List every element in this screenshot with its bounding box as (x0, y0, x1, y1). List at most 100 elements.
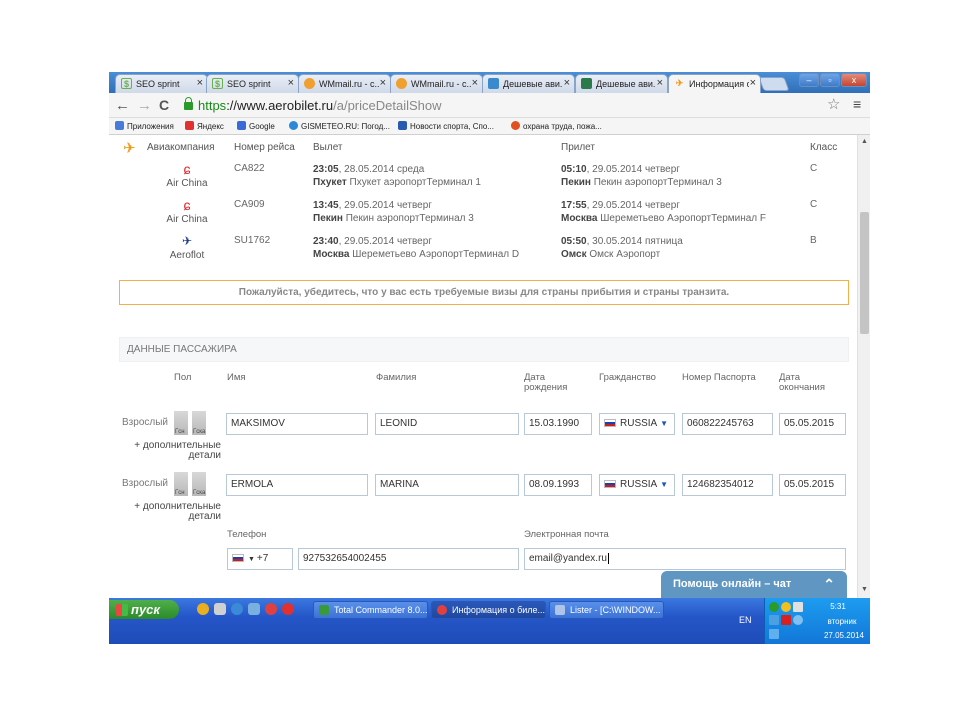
tab-label: SEO sprint (136, 79, 180, 89)
class-cell: B (810, 235, 817, 246)
header-expiry: Дата окончания (779, 373, 825, 393)
close-icon[interactable]: × (657, 77, 663, 89)
arrival-cell: 05:50, 30.05.2014 пятница Омск Омск Аэро… (561, 235, 683, 261)
bookmark-apps[interactable]: Приложения (115, 121, 174, 131)
browser-tab[interactable]: WMmail.ru - с... × (390, 74, 483, 93)
close-icon[interactable]: × (197, 77, 203, 89)
bookmark-star-icon[interactable]: ☆ (827, 95, 840, 113)
browser-tab-active[interactable]: ✈ Информация о... × (668, 74, 761, 93)
citizenship-select[interactable]: RUSSIA ▼ (599, 413, 675, 435)
first-name-input[interactable]: ERMOLA (226, 474, 368, 496)
ie-icon[interactable] (231, 603, 243, 615)
russia-flag-icon (604, 419, 616, 427)
gender-male-button[interactable]: Гсн (174, 472, 188, 496)
gender-male-button[interactable]: Гсн (174, 411, 188, 435)
browser-tab[interactable]: Дешевые ави... × (575, 74, 668, 93)
header-first-name: Имя (227, 372, 246, 383)
gender-female-button[interactable]: Гска (192, 472, 206, 496)
back-arrow-icon[interactable]: ← (115, 97, 130, 114)
online-chat-button[interactable]: Помощь онлайн – чат ⌃ (661, 571, 847, 598)
header-class: Класс (810, 142, 838, 153)
minimize-button[interactable]: – (799, 73, 819, 87)
phone-country-select[interactable]: ▼ +7 (227, 548, 293, 570)
close-icon[interactable]: × (472, 77, 478, 89)
close-icon[interactable]: × (564, 77, 570, 89)
arrival-date: , 29.05.2014 четверг (586, 164, 680, 175)
yandex-browser-icon[interactable] (282, 603, 294, 615)
menu-icon[interactable]: ≡ (853, 96, 861, 112)
last-name-input[interactable]: LEONID (375, 413, 519, 435)
browser-tab[interactable]: $ SEO sprint × (206, 74, 299, 93)
chrome-icon[interactable] (265, 603, 277, 615)
url-scheme: https (198, 98, 227, 113)
task-label: Информация о биле... (452, 605, 546, 615)
page-scrollbar[interactable]: ▲ ▼ (857, 135, 870, 598)
url-host: ://www.aerobilet.ru (226, 98, 334, 113)
russia-flag-icon (604, 480, 616, 488)
bookmark-gismeteo[interactable]: GISMETEO.RU: Погод... (289, 121, 390, 131)
email-input[interactable]: email@yandex.ru (524, 548, 846, 570)
russia-flag-icon (232, 554, 244, 562)
more-details-link[interactable]: + дополнительные детали (129, 441, 221, 461)
first-name-input[interactable]: MAKSIMOV (226, 413, 368, 435)
maximize-button[interactable]: ▫ (820, 73, 840, 87)
apps-grid-icon (115, 121, 124, 130)
taskbar-item[interactable]: Total Commander 8.0... (313, 601, 428, 619)
scrollbar-thumb[interactable] (860, 212, 869, 334)
new-tab-button[interactable] (758, 77, 790, 91)
bookmark-yandex[interactable]: Яндекс (185, 121, 224, 131)
arrival-date: , 29.05.2014 четверг (586, 200, 680, 211)
more-details-link[interactable]: + дополнительные детали (129, 502, 221, 522)
tray-network-icon[interactable] (769, 615, 779, 625)
tray-antivirus-icon[interactable] (781, 615, 791, 625)
bookmark-labor-safety[interactable]: охрана труда, пожа... (511, 121, 602, 131)
departure-city: Пхукет (313, 177, 347, 188)
departure-date: , 29.05.2014 четверг (338, 200, 432, 211)
citizenship-select[interactable]: RUSSIA ▼ (599, 474, 675, 496)
phone-input[interactable]: 927532654002455 (298, 548, 519, 570)
scroll-up-arrow-icon[interactable]: ▲ (861, 138, 868, 145)
chevron-up-icon: ⌃ (823, 576, 835, 592)
header-text: окончания (779, 382, 826, 393)
departure-city: Москва (313, 249, 350, 260)
tray-skype-icon[interactable] (769, 602, 779, 612)
tray-volume-icon[interactable] (793, 602, 803, 612)
desktop-icon[interactable] (248, 603, 260, 615)
passport-number-input[interactable]: 060822245763 (682, 413, 773, 435)
gender-female-button[interactable]: Гска (192, 411, 206, 435)
window-close-button[interactable]: x (841, 73, 867, 87)
close-icon[interactable]: × (750, 77, 756, 89)
tab-label: Дешевые ави... (503, 79, 563, 89)
last-name-input[interactable]: MARINA (375, 474, 519, 496)
quicklaunch-icon[interactable] (214, 603, 226, 615)
close-icon[interactable]: × (288, 77, 294, 89)
passport-number-input[interactable]: 124682354012 (682, 474, 773, 496)
birth-date-input[interactable]: 08.09.1993 (524, 474, 592, 496)
address-bar[interactable]: https://www.aerobilet.ru/a/priceDetailSh… (184, 96, 849, 115)
tray-update-icon[interactable] (793, 615, 803, 625)
bookmark-google[interactable]: Google (237, 121, 275, 131)
start-button[interactable]: пуск (109, 600, 179, 619)
bookmark-sport-news[interactable]: Новости спорта, Спо... (398, 121, 494, 131)
language-indicator[interactable]: EN (739, 615, 752, 625)
birth-date-input[interactable]: 15.03.1990 (524, 413, 592, 435)
start-label: пуск (131, 602, 160, 617)
browser-tab[interactable]: Дешевые ави... × (482, 74, 575, 93)
quicklaunch-icon[interactable] (197, 603, 209, 615)
tray-display-icon[interactable] (769, 629, 779, 639)
taskbar-item-active[interactable]: Информация о биле... (431, 601, 546, 619)
scroll-down-arrow-icon[interactable]: ▼ (861, 586, 868, 593)
passport-expiry-input[interactable]: 05.05.2015 (779, 474, 846, 496)
browser-tab[interactable]: WMmail.ru - с... × (298, 74, 391, 93)
tab-label: WMmail.ru - с... (319, 79, 379, 89)
close-icon[interactable]: × (380, 77, 386, 89)
taskbar-item[interactable]: Lister - [C:\WINDOW... (549, 601, 664, 619)
forward-arrow-icon[interactable]: → (137, 97, 152, 114)
select-value: +7 (256, 553, 269, 564)
browser-tab[interactable]: $ SEO sprint × (115, 74, 208, 93)
visa-notice: Пожалуйста, убедитесь, что у вас есть тр… (119, 280, 849, 305)
passport-expiry-input[interactable]: 05.05.2015 (779, 413, 846, 435)
reload-icon[interactable]: C (159, 97, 169, 113)
tray-smile-icon[interactable] (781, 602, 791, 612)
clock-time[interactable]: 5:31 (813, 602, 863, 611)
